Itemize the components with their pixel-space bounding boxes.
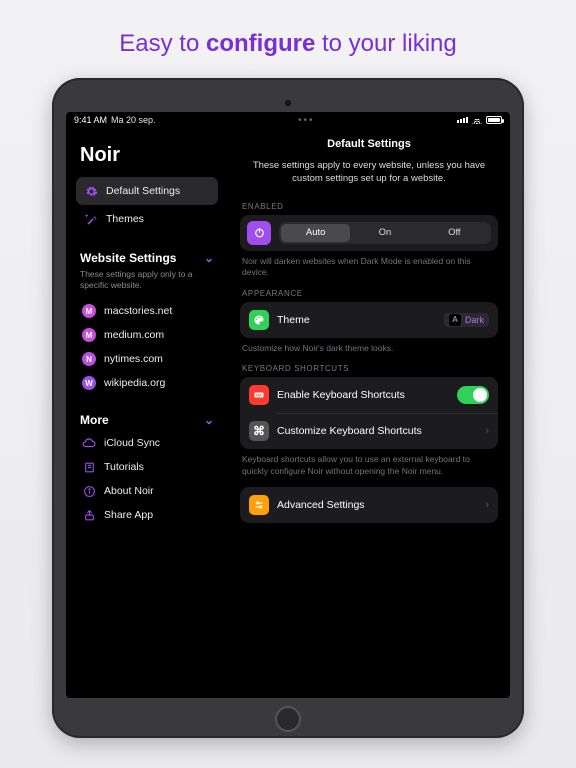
- website-settings-desc: These settings apply only to a specific …: [80, 269, 214, 291]
- command-icon: ⌘: [249, 421, 269, 441]
- sidebar-item-themes[interactable]: Themes: [76, 205, 218, 233]
- power-button[interactable]: [247, 221, 271, 245]
- keyboard-icon: [249, 385, 269, 405]
- keyboard-card: Enable Keyboard Shortcuts ⌘ Customize Ke…: [240, 377, 498, 449]
- site-avatar: M: [82, 328, 96, 342]
- site-label: macstories.net: [104, 305, 172, 317]
- chevron-right-icon: ›: [485, 425, 489, 437]
- screen: 9:41 AM Ma 20 sep. ••• Noir Default Sett…: [66, 112, 510, 698]
- cellular-icon: [457, 117, 468, 123]
- chevron-down-icon: ⌄: [204, 413, 214, 427]
- customize-keyboard-row[interactable]: ⌘ Customize Keyboard Shortcuts ›: [240, 413, 498, 449]
- sidebar-item-label: Default Settings: [106, 185, 180, 197]
- more-share[interactable]: Share App: [76, 503, 218, 527]
- site-wikipedia[interactable]: W wikipedia.org: [76, 371, 218, 395]
- gear-icon: [84, 184, 98, 198]
- sidebar: Noir Default Settings Themes Website Set…: [66, 128, 228, 698]
- battery-icon: [486, 116, 502, 124]
- keyboard-help: Keyboard shortcuts allow you to use an e…: [242, 454, 496, 477]
- more-header[interactable]: More ⌄: [80, 413, 214, 427]
- multitask-dots[interactable]: •••: [298, 115, 315, 126]
- app-title: Noir: [80, 144, 214, 167]
- share-icon: [82, 508, 96, 522]
- seg-auto[interactable]: Auto: [281, 224, 350, 242]
- more-tutorials[interactable]: Tutorials: [76, 455, 218, 479]
- site-avatar: N: [82, 352, 96, 366]
- page-title: Default Settings: [240, 138, 498, 150]
- enabled-card: Auto On Off: [240, 215, 498, 251]
- more-icloud-sync[interactable]: iCloud Sync: [76, 431, 218, 455]
- site-avatar: M: [82, 304, 96, 318]
- website-settings-header[interactable]: Website Settings ⌄: [80, 251, 214, 265]
- more-item-label: Share App: [104, 509, 153, 521]
- site-macstories[interactable]: M macstories.net: [76, 299, 218, 323]
- seg-on[interactable]: On: [350, 224, 419, 242]
- keyboard-toggle[interactable]: [457, 386, 489, 404]
- enabled-segmented[interactable]: Auto On Off: [279, 222, 491, 244]
- palette-icon: [249, 310, 269, 330]
- ipad-frame: 9:41 AM Ma 20 sep. ••• Noir Default Sett…: [52, 78, 524, 738]
- site-label: wikipedia.org: [104, 377, 165, 389]
- advanced-settings-row[interactable]: Advanced Settings ›: [240, 487, 498, 523]
- enabled-label: ENABLED: [242, 202, 496, 211]
- wifi-icon: [472, 116, 482, 124]
- info-icon: [82, 484, 96, 498]
- appearance-help: Customize how Noir's dark theme looks.: [242, 343, 496, 354]
- more-item-label: iCloud Sync: [104, 437, 160, 449]
- sidebar-item-label: Themes: [106, 213, 144, 225]
- theme-value-pill: A Dark: [444, 313, 489, 327]
- site-label: nytimes.com: [104, 353, 163, 365]
- more-about[interactable]: About Noir: [76, 479, 218, 503]
- more-item-label: Tutorials: [104, 461, 144, 473]
- status-bar: 9:41 AM Ma 20 sep. •••: [66, 112, 510, 128]
- slider-icon: [249, 495, 269, 515]
- more-item-label: About Noir: [104, 485, 154, 497]
- site-nytimes[interactable]: N nytimes.com: [76, 347, 218, 371]
- theme-row[interactable]: Theme A Dark: [240, 302, 498, 338]
- book-icon: [82, 460, 96, 474]
- site-avatar: W: [82, 376, 96, 390]
- home-button[interactable]: [275, 706, 301, 732]
- keyboard-label: KEYBOARD SHORTCUTS: [242, 364, 496, 373]
- wand-icon: [84, 212, 98, 226]
- advanced-card: Advanced Settings ›: [240, 487, 498, 523]
- main-panel: Default Settings These settings apply to…: [228, 128, 510, 698]
- marketing-headline: Easy to configure to your liking: [119, 30, 456, 58]
- seg-off[interactable]: Off: [420, 224, 489, 242]
- appearance-label: APPEARANCE: [242, 289, 496, 298]
- enabled-help: Noir will darken websites when Dark Mode…: [242, 256, 496, 279]
- status-time: 9:41 AM: [74, 115, 107, 125]
- camera-dot: [285, 100, 291, 106]
- cloud-icon: [82, 436, 96, 450]
- sidebar-item-default-settings[interactable]: Default Settings: [76, 177, 218, 205]
- site-label: medium.com: [104, 329, 164, 341]
- intro-text: These settings apply to every website, u…: [240, 160, 498, 196]
- appearance-card: Theme A Dark: [240, 302, 498, 338]
- chevron-down-icon: ⌄: [204, 251, 214, 265]
- enable-keyboard-row[interactable]: Enable Keyboard Shortcuts: [240, 377, 498, 413]
- chevron-right-icon: ›: [485, 499, 489, 511]
- status-date: Ma 20 sep.: [111, 115, 156, 125]
- site-medium[interactable]: M medium.com: [76, 323, 218, 347]
